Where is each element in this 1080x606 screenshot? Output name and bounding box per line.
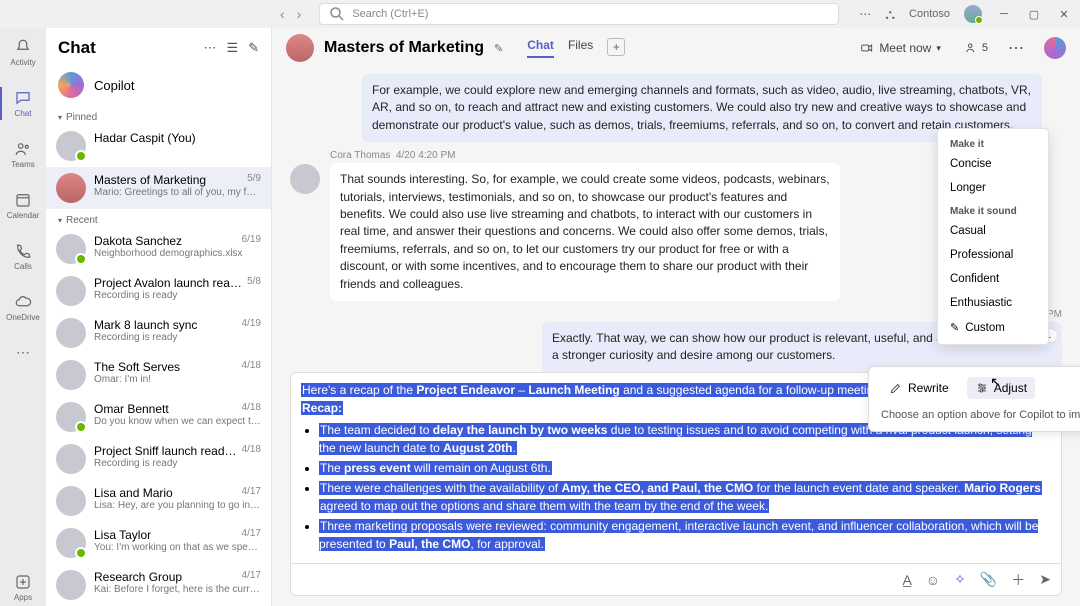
avatar — [56, 234, 86, 264]
chat-avatar — [286, 34, 314, 62]
nav-back[interactable]: ‹ — [280, 6, 285, 22]
conv-recent-1[interactable]: Project Avalon launch readiness5/8Record… — [46, 270, 271, 312]
apps-icon — [14, 573, 32, 591]
avatar — [56, 131, 86, 161]
calendar-icon — [14, 191, 32, 209]
rail-onedrive[interactable]: OneDrive — [0, 289, 46, 326]
conv-recent-3[interactable]: The Soft Serves4/18Omar: I'm in! — [46, 354, 271, 396]
chat-more-icon[interactable]: ⋯ — [1008, 38, 1024, 58]
format-icon[interactable]: A̲ — [902, 572, 911, 588]
window-close[interactable]: ✕ — [1056, 6, 1072, 22]
opt-casual[interactable]: Casual — [938, 219, 1048, 243]
window-max[interactable]: ▢ — [1026, 6, 1042, 22]
adjust-button[interactable]: Adjust — [967, 377, 1035, 399]
rail-apps[interactable]: Apps — [0, 569, 46, 606]
rail-activity[interactable]: Activity — [0, 34, 46, 71]
search-icon — [328, 5, 346, 23]
chat-title: Masters of Marketing — [324, 39, 484, 57]
cloud-icon — [14, 293, 32, 311]
search-placeholder: Search (Ctrl+E) — [352, 8, 428, 20]
me-avatar[interactable] — [964, 5, 982, 23]
avatar — [56, 486, 86, 516]
rail-teams[interactable]: Teams — [0, 136, 46, 173]
app-rail: Activity Chat Teams Calendar Calls OneDr… — [0, 28, 46, 606]
video-icon — [860, 41, 874, 55]
phone-icon — [14, 242, 32, 260]
copilot-help-text: Choose an option above for Copilot to im… — [881, 409, 1080, 421]
avatar — [56, 318, 86, 348]
rail-more[interactable]: ⋯ — [0, 340, 46, 365]
meet-now-button[interactable]: Meet now ▾ — [860, 41, 941, 55]
conv-recent-6[interactable]: Lisa and Mario4/17Lisa: Hey, are you pla… — [46, 480, 271, 522]
new-chat-icon[interactable]: ✎ — [248, 40, 259, 56]
section-recent[interactable]: Recent — [46, 209, 271, 228]
conv-recent-7[interactable]: Lisa Taylor4/17You: I'm working on that … — [46, 522, 271, 564]
avatar — [56, 444, 86, 474]
search-input[interactable]: Search (Ctrl+E) — [319, 3, 839, 25]
window-min[interactable]: ─ — [996, 6, 1012, 22]
plus-icon[interactable]: ＋ — [1011, 570, 1025, 590]
avatar — [56, 276, 86, 306]
avatar — [56, 570, 86, 600]
rewrite-icon — [889, 381, 903, 395]
copilot-compose-icon[interactable]: ✧ — [954, 571, 966, 588]
avatar — [56, 528, 86, 558]
people-button[interactable]: 5 — [965, 41, 988, 55]
header-more-icon[interactable]: ⋯ — [859, 7, 871, 21]
opt-enthusiastic[interactable]: Enthusiastic — [938, 291, 1048, 315]
chat-icon — [14, 89, 32, 107]
section-pinned[interactable]: Pinned — [46, 106, 271, 125]
teams-icon — [14, 140, 32, 158]
rail-chat[interactable]: Chat — [0, 85, 46, 122]
opt-longer[interactable]: Longer — [938, 176, 1048, 200]
filter-icon[interactable]: ☰ — [226, 40, 238, 56]
tab-files[interactable]: Files — [568, 38, 593, 58]
add-tab-button[interactable]: + — [607, 38, 625, 56]
avatar — [56, 402, 86, 432]
message-body: That sounds interesting. So, for example… — [330, 163, 840, 301]
rewrite-button[interactable]: Rewrite — [881, 377, 957, 399]
opt-professional[interactable]: Professional — [938, 243, 1048, 267]
rail-calendar[interactable]: Calendar — [0, 187, 46, 224]
chat-list-panel: Chat ⋯ ☰ ✎ Copilot Pinned Hadar Caspit (… — [46, 28, 272, 606]
conv-recent-5[interactable]: Project Sniff launch readiness review4/1… — [46, 438, 271, 480]
chat-header: Masters of Marketing ✎ Chat Files + Meet… — [272, 28, 1080, 68]
compose-toolbar: A̲ ☺ ✧ 📎 ＋ ➤ — [290, 564, 1062, 596]
copilot-adjust-panel: Rewrite Adjust ✕ Choose an option above … — [868, 366, 1080, 432]
avatar — [56, 173, 86, 203]
attach-icon[interactable]: 📎 — [980, 571, 997, 588]
adjust-menu: Make it Concise Longer Make it sound Cas… — [937, 128, 1049, 345]
conv-pinned-1[interactable]: Masters of Marketing5/9Mario: Greetings … — [46, 167, 271, 209]
avatar — [56, 360, 86, 390]
people-icon — [965, 41, 979, 55]
opt-custom[interactable]: ✎Custom — [938, 315, 1048, 340]
org-switch-icon[interactable]: ⛬ — [885, 6, 895, 23]
chatlist-more-icon[interactable]: ⋯ — [203, 40, 216, 56]
org-name: Contoso — [909, 8, 950, 20]
conv-pinned-0[interactable]: Hadar Caspit (You) — [46, 125, 271, 167]
emoji-icon[interactable]: ☺ — [926, 572, 940, 588]
edit-title-icon[interactable]: ✎ — [494, 42, 503, 55]
tab-chat[interactable]: Chat — [527, 38, 554, 58]
rail-calls[interactable]: Calls — [0, 238, 46, 275]
conv-recent-8[interactable]: Research Group4/17Kai: Before I forget, … — [46, 564, 271, 606]
avatar — [290, 164, 320, 194]
chatlist-title: Chat — [58, 38, 96, 58]
copilot-icon — [58, 72, 84, 98]
opt-concise[interactable]: Concise — [938, 152, 1048, 176]
send-icon[interactable]: ➤ — [1039, 571, 1051, 588]
conv-recent-2[interactable]: Mark 8 launch sync4/19Recording is ready — [46, 312, 271, 354]
nav-fwd[interactable]: › — [297, 6, 302, 22]
opt-confident[interactable]: Confident — [938, 267, 1048, 291]
bell-icon — [14, 38, 32, 56]
adjust-icon — [975, 381, 989, 395]
conv-recent-4[interactable]: Omar Bennett4/18Do you know when we can … — [46, 396, 271, 438]
copilot-pane-button[interactable] — [1044, 37, 1066, 59]
copilot-entry[interactable]: Copilot — [46, 64, 271, 106]
conv-recent-0[interactable]: Dakota Sanchez6/19Neighborhood demograph… — [46, 228, 271, 270]
